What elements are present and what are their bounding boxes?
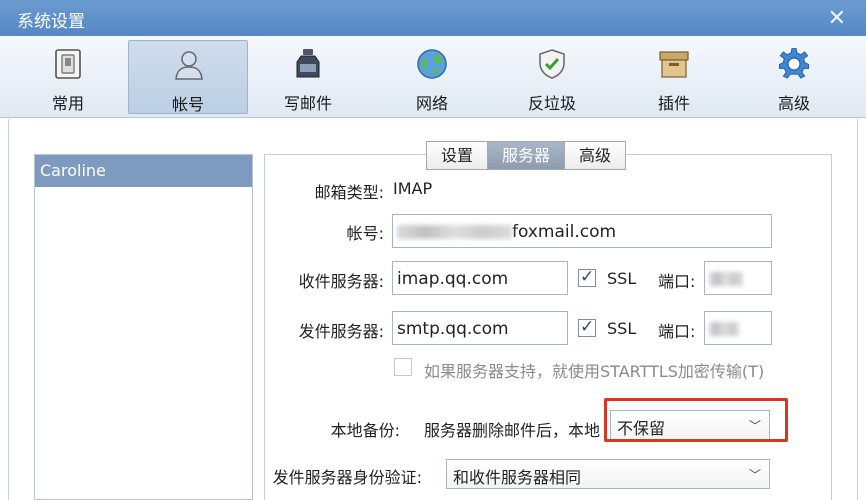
account-field[interactable]: foxmail.com <box>392 214 772 248</box>
toolbar-plugins[interactable]: 插件 <box>614 40 734 114</box>
starttls-checkbox[interactable] <box>394 358 412 376</box>
toolbar-advanced[interactable]: 高级 <box>734 40 854 114</box>
local-backup-label: 本地备份: <box>330 421 400 440</box>
account-label: 帐号: <box>346 224 384 243</box>
redacted-port <box>709 272 743 286</box>
mailbox-type-label: 邮箱类型: <box>314 183 384 202</box>
panel-tabs: 设置 服务器 高级 <box>426 141 627 170</box>
ink-bottle-icon <box>296 49 320 78</box>
gear-icon <box>778 48 810 79</box>
toolbar-antispam-label: 反垃圾 <box>527 94 576 113</box>
local-backup-description: 服务器删除邮件后，本地 <box>424 421 601 440</box>
account-list: Caroline <box>34 154 253 500</box>
globe-icon <box>417 49 447 79</box>
box-icon <box>659 51 689 78</box>
outgoing-server-label: 发件服务器: <box>298 322 384 341</box>
incoming-port-field[interactable] <box>704 261 772 295</box>
outgoing-ssl-checkbox[interactable] <box>578 317 596 337</box>
toolbar-plugins-label: 插件 <box>657 94 690 113</box>
toolbar-network-label: 网络 <box>415 94 448 113</box>
toolbar-advanced-label: 高级 <box>777 94 810 113</box>
incoming-port-label: 端口: <box>658 272 696 291</box>
incoming-server-field[interactable]: imap.qq.com <box>392 261 568 295</box>
outgoing-server-field[interactable]: smtp.qq.com <box>392 311 568 345</box>
settings-toolbar: 常用 帐号 写邮件 网络 反垃圾 插件 高级 <box>0 36 866 118</box>
toolbar-general-label: 常用 <box>51 94 84 113</box>
outgoing-ssl-label: SSL <box>607 319 637 338</box>
user-icon <box>175 51 203 80</box>
toolbar-compose[interactable]: 写邮件 <box>248 40 368 114</box>
tab-server[interactable]: 服务器 <box>488 141 566 170</box>
shield-check-icon <box>539 49 565 79</box>
toolbar-account[interactable]: 帐号 <box>128 40 248 114</box>
incoming-ssl-label: SSL <box>607 269 637 288</box>
auth-label: 发件服务器身份验证: <box>272 468 422 487</box>
account-list-item[interactable]: Caroline <box>35 155 252 187</box>
outgoing-port-field[interactable] <box>704 311 772 345</box>
tab-settings[interactable]: 设置 <box>426 141 489 170</box>
auth-value: 和收件服务器相同 <box>453 468 582 487</box>
mailbox-type-value: IMAP <box>393 179 433 198</box>
account-domain: foxmail.com <box>512 222 617 242</box>
close-icon[interactable]: ✕ <box>828 6 846 31</box>
chevron-down-icon: ﹀ <box>748 468 761 482</box>
title-bar: 系统设置 ✕ <box>0 0 866 36</box>
toolbar-compose-label: 写邮件 <box>283 94 332 113</box>
starttls-label: 如果服务器支持，就使用STARTTLS加密传输(T) <box>424 362 765 381</box>
redacted-email <box>397 225 512 239</box>
toolbar-antispam[interactable]: 反垃圾 <box>492 40 612 114</box>
outgoing-port-label: 端口: <box>658 322 696 341</box>
highlight-box <box>604 398 788 442</box>
toolbar-general[interactable]: 常用 <box>8 40 128 114</box>
toolbar-account-label: 帐号 <box>171 95 204 114</box>
redacted-port <box>709 322 739 336</box>
incoming-server-label: 收件服务器: <box>298 272 384 291</box>
switch-icon <box>55 49 81 79</box>
window-title: 系统设置 <box>17 12 85 32</box>
incoming-ssl-checkbox[interactable] <box>578 267 596 287</box>
auth-select[interactable]: 和收件服务器相同 ﹀ <box>446 459 770 489</box>
tab-advanced[interactable]: 高级 <box>565 141 627 170</box>
toolbar-network[interactable]: 网络 <box>372 40 492 114</box>
